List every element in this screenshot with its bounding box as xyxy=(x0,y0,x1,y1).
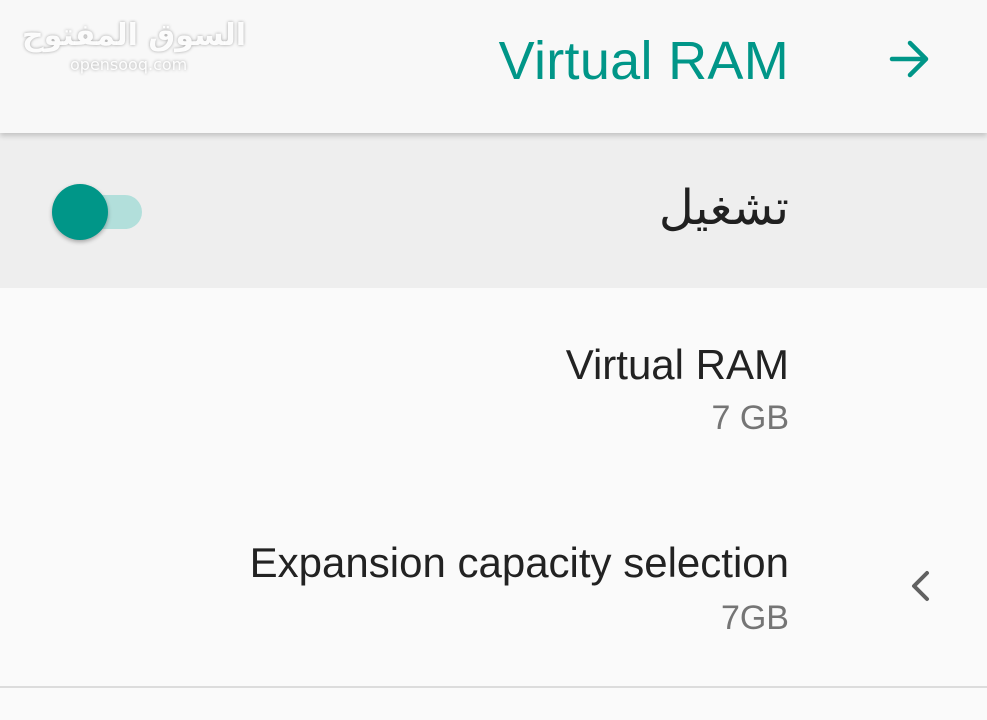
expansion-capacity-summary: 7GB xyxy=(720,599,789,637)
virtual-ram-summary: 7 GB xyxy=(711,399,789,437)
back-button[interactable] xyxy=(881,30,939,88)
master-toggle-switch[interactable] xyxy=(52,183,144,241)
watermark-arabic-text: السوق المفتوح xyxy=(22,18,247,53)
app-bar: السوق المفتوح opensooq.com Virtual RAM xyxy=(0,0,987,133)
opensooq-watermark: السوق المفتوح opensooq.com xyxy=(20,18,246,78)
master-switch-row[interactable]: تشغيل xyxy=(0,133,987,288)
page-title: Virtual RAM xyxy=(498,31,789,91)
chevron-left-icon xyxy=(902,564,938,608)
expansion-capacity-title: Expansion capacity selection xyxy=(249,539,789,586)
expansion-capacity-preference[interactable]: Expansion capacity selection 7GB xyxy=(0,488,987,686)
virtual-ram-preference[interactable]: Virtual RAM 7 GB xyxy=(0,288,987,468)
toggle-thumb xyxy=(52,184,108,240)
virtual-ram-title: Virtual RAM xyxy=(565,341,789,388)
master-switch-label: تشغيل xyxy=(658,180,789,236)
list-divider xyxy=(0,686,987,688)
arrow-right-icon xyxy=(889,40,929,78)
watermark-latin-text: opensooq.com xyxy=(70,55,188,74)
virtual-ram-screen: السوق المفتوح opensooq.com Virtual RAM ت… xyxy=(0,0,987,720)
